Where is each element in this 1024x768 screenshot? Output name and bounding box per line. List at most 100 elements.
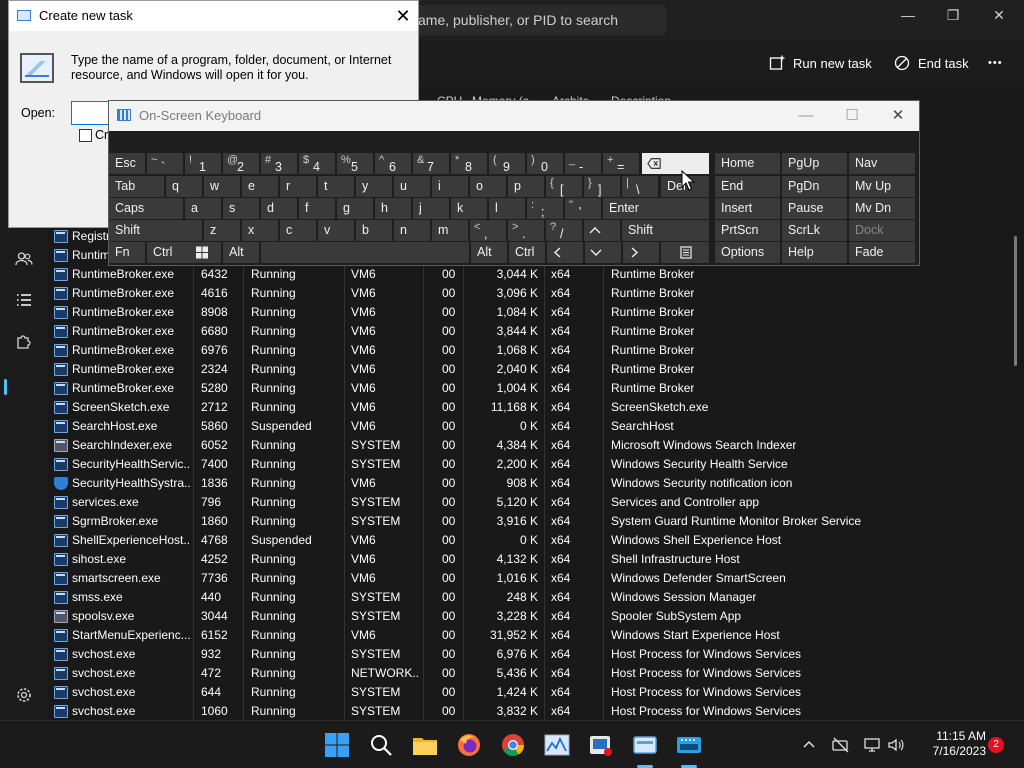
table-row[interactable]: SearchIndexer.exe 6052 Running SYSTEM 00 4,38… xyxy=(48,436,1024,455)
details-list-icon[interactable] xyxy=(14,291,34,311)
osk-minimize-button[interactable]: — xyxy=(783,101,829,131)
key-pgup[interactable]: PgUp xyxy=(782,153,847,174)
network-disconnected-icon[interactable] xyxy=(832,737,849,753)
table-row[interactable]: sihost.exe 4252 Running VM6 00 4,132 K x64 Shel… xyxy=(48,550,1024,569)
key-left-arrow[interactable] xyxy=(547,242,583,263)
key-enter[interactable]: Enter xyxy=(603,198,709,219)
task-manager-app-icon[interactable] xyxy=(544,732,570,758)
close-button[interactable]: ✕ xyxy=(976,0,1022,32)
key-ctrl-right[interactable]: Ctrl xyxy=(509,242,545,263)
admin-privileges-checkbox[interactable] xyxy=(79,129,92,142)
key-prtscn[interactable]: PrtScn xyxy=(715,220,780,241)
key-4[interactable]: $4 xyxy=(299,153,335,174)
key-pause[interactable]: Pause xyxy=(782,198,847,219)
table-row[interactable]: smartscreen.exe 7736 Running VM6 00 1,016 K x6… xyxy=(48,569,1024,588)
osk-maximize-button[interactable]: ☐ xyxy=(829,101,875,131)
key-right-arrow[interactable] xyxy=(623,242,659,263)
table-row[interactable]: svchost.exe 472 Running NETWORK... 00 5,436 K… xyxy=(48,664,1024,683)
key-period[interactable]: >. xyxy=(508,220,544,241)
key-w[interactable]: w xyxy=(204,176,240,197)
key-8[interactable]: * 8 xyxy=(451,153,487,174)
key-fn[interactable]: Fn xyxy=(109,242,145,263)
key-nav[interactable]: Nav xyxy=(849,153,915,174)
key-l[interactable]: l xyxy=(489,198,525,219)
key-mv-dn[interactable]: Mv Dn xyxy=(849,198,915,219)
key-g[interactable]: g xyxy=(337,198,373,219)
vertical-scrollbar[interactable] xyxy=(1014,236,1017,366)
key-3[interactable]: #3 xyxy=(261,153,297,174)
table-row[interactable]: SearchHost.exe 5860 Suspended VM6 00 0 K x64 Se… xyxy=(48,417,1024,436)
key-shift-left[interactable]: Shift xyxy=(109,220,202,241)
notification-badge[interactable]: 2 xyxy=(988,737,1004,753)
key-v[interactable]: v xyxy=(318,220,354,241)
table-row[interactable]: ScreenSketch.exe 2712 Running VM6 00 11,168 K… xyxy=(48,398,1024,417)
key-backtick[interactable]: ~ ` xyxy=(147,153,183,174)
key-lbracket[interactable]: {[ xyxy=(546,176,582,197)
table-row[interactable]: RuntimeBroker.exe 4616 Running VM6 00 3,096 K… xyxy=(48,284,1024,303)
key-x[interactable]: x xyxy=(242,220,278,241)
settings-gear-icon[interactable] xyxy=(14,686,34,706)
snipping-tool-icon[interactable] xyxy=(588,732,614,758)
key-6[interactable]: ^ 6 xyxy=(375,153,411,174)
key-windows[interactable] xyxy=(185,242,221,263)
table-row[interactable]: RuntimeBroker.exe 6976 Running VM6 00 1,068 K… xyxy=(48,341,1024,360)
key-end[interactable]: End xyxy=(715,176,780,197)
key-s[interactable]: s xyxy=(223,198,259,219)
key-p[interactable]: p xyxy=(508,176,544,197)
on-screen-keyboard-app-icon[interactable] xyxy=(676,732,702,758)
key-9[interactable]: (9 xyxy=(489,153,525,174)
key-tab[interactable]: Tab xyxy=(109,176,164,197)
key-rbracket[interactable]: }] xyxy=(584,176,620,197)
key-semicolon[interactable]: :; xyxy=(527,198,563,219)
key-z[interactable]: z xyxy=(204,220,240,241)
minimize-button[interactable]: — xyxy=(885,0,931,32)
key-help[interactable]: Help xyxy=(782,242,847,263)
key-minus[interactable]: _ - xyxy=(565,153,601,174)
services-puzzle-icon[interactable] xyxy=(14,332,34,352)
key-fade[interactable]: Fade xyxy=(849,242,915,263)
key-n[interactable]: n xyxy=(394,220,430,241)
start-windows-icon[interactable] xyxy=(324,732,350,758)
table-row[interactable]: SgrmBroker.exe 1860 Running SYSTEM 00 3,916 K… xyxy=(48,512,1024,531)
key-r[interactable]: r xyxy=(280,176,316,197)
key-alt-left[interactable]: Alt xyxy=(223,242,259,263)
key-y[interactable]: y xyxy=(356,176,392,197)
key-alt-right[interactable]: Alt xyxy=(471,242,507,263)
key-0[interactable]: ) 0 xyxy=(527,153,563,174)
key-pgdn[interactable]: PgDn xyxy=(782,176,847,197)
key-m[interactable]: m xyxy=(432,220,468,241)
table-row[interactable]: svchost.exe 932 Running SYSTEM 00 6,976 K x64 H… xyxy=(48,645,1024,664)
key-caps[interactable]: Caps xyxy=(109,198,183,219)
key-options[interactable]: Options xyxy=(715,242,780,263)
table-row[interactable]: RuntimeBroker.exe 8908 Running VM6 00 1,084 K… xyxy=(48,303,1024,322)
table-row[interactable]: SecurityHealthSystra... 1836 Running VM6 00 9… xyxy=(48,474,1024,493)
key-7[interactable]: & 7 xyxy=(413,153,449,174)
end-task-button[interactable]: End task xyxy=(894,50,969,76)
key-quote[interactable]: " ' xyxy=(565,198,601,219)
key-home[interactable]: Home xyxy=(715,153,780,174)
key-shift-right[interactable]: Shift xyxy=(622,220,709,241)
key-backslash[interactable]: | \ xyxy=(622,176,658,197)
table-row[interactable]: smss.exe 440 Running SYSTEM 00 248 K x64 Window… xyxy=(48,588,1024,607)
key-q[interactable]: q xyxy=(166,176,202,197)
key-b[interactable]: b xyxy=(356,220,392,241)
key-k[interactable]: k xyxy=(451,198,487,219)
table-row[interactable]: RuntimeBroker.exe 6432 Running VM6 00 3,044 K… xyxy=(48,265,1024,284)
key-slash[interactable]: ? / xyxy=(546,220,582,241)
firefox-icon[interactable] xyxy=(456,732,482,758)
key-space[interactable] xyxy=(261,242,469,263)
table-row[interactable]: SecurityHealthServic... 7400 Running SYSTEM… xyxy=(48,455,1024,474)
run-new-task-button[interactable]: Run new task xyxy=(769,50,872,76)
key-menu[interactable] xyxy=(661,242,709,263)
table-row[interactable]: RuntimeBroker.exe 6680 Running VM6 00 3,844 K… xyxy=(48,322,1024,341)
table-row[interactable]: spoolsv.exe 3044 Running SYSTEM 00 3,228 K x64… xyxy=(48,607,1024,626)
key-backspace[interactable] xyxy=(642,153,709,174)
volume-icon[interactable] xyxy=(888,737,904,753)
key-a[interactable]: a xyxy=(185,198,221,219)
dialog-close-button[interactable]: ✕ xyxy=(394,7,412,25)
osk-close-button[interactable]: ✕ xyxy=(875,101,921,131)
key-2[interactable]: @2 xyxy=(223,153,259,174)
key-down-arrow[interactable] xyxy=(585,242,621,263)
key-1[interactable]: ! 1 xyxy=(185,153,221,174)
key-scrlk[interactable]: ScrLk xyxy=(782,220,847,241)
